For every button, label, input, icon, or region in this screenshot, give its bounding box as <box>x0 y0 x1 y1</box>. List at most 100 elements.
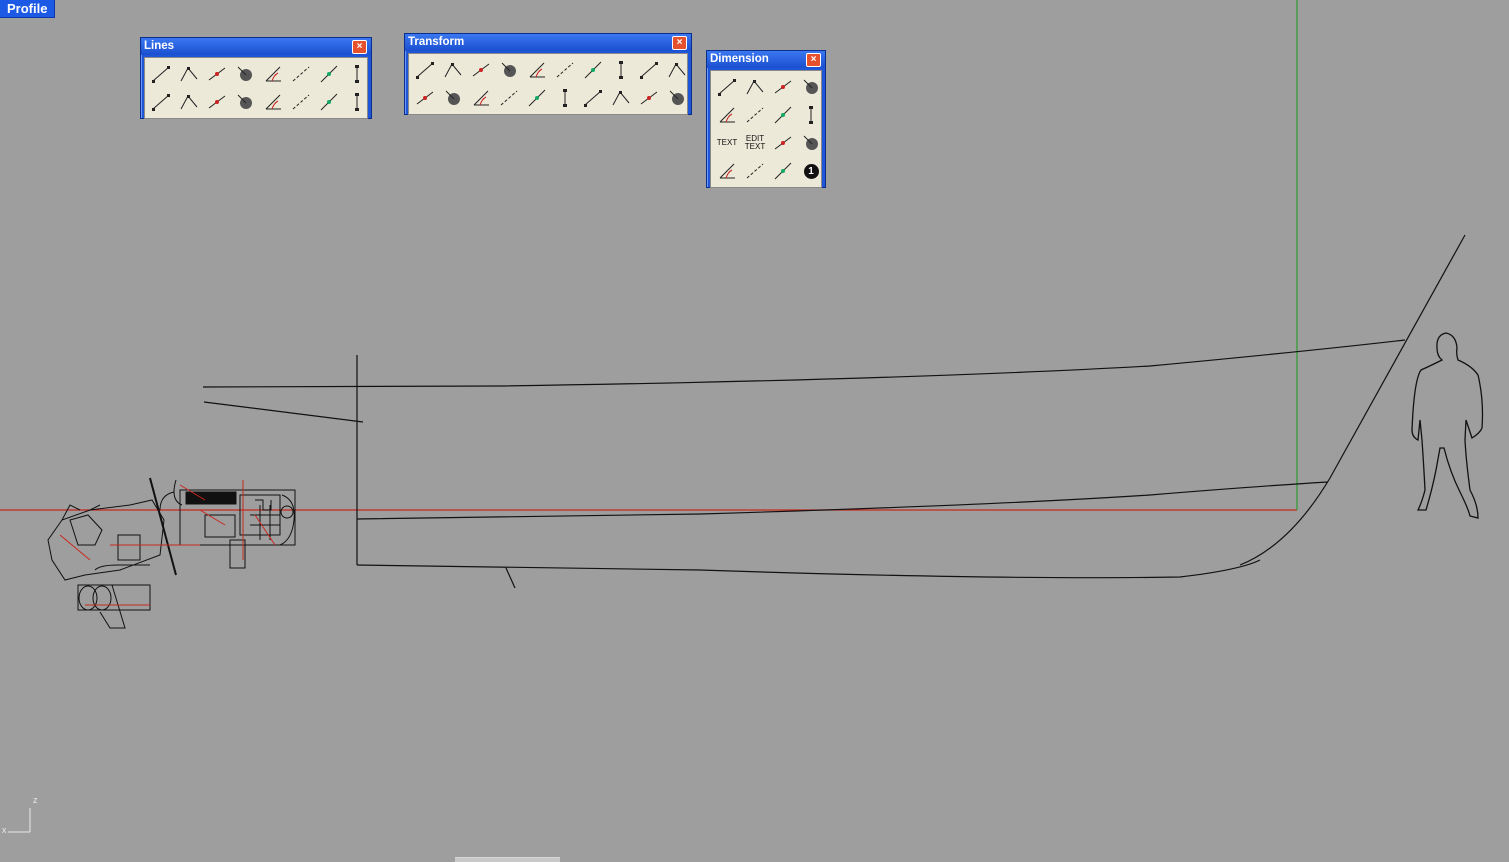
transform-tool-orient-button[interactable] <box>551 56 579 84</box>
transform-tool-bend-button[interactable] <box>663 56 691 84</box>
radius-dimension-icon <box>719 107 735 123</box>
leader-icon <box>774 136 792 150</box>
lines-tool-line-chevron-button[interactable] <box>315 88 343 116</box>
viewport-title-tab[interactable]: Profile <box>0 0 56 18</box>
dimension-tool-pencil-button[interactable] <box>769 157 797 185</box>
lines-tool-line-perpendicular-button[interactable] <box>287 60 315 88</box>
dimension-tool-edit-text-button[interactable]: EDIT TEXT <box>741 129 769 157</box>
dimension-toolbar-title: Dimension <box>710 53 769 65</box>
dimension-tool-hatch-button[interactable] <box>741 157 769 185</box>
dimension-tool-leader-arrow-button[interactable] <box>713 157 741 185</box>
transform-tool-set-points-button[interactable] <box>635 56 663 84</box>
lines-toolbar-close-button[interactable]: × <box>352 40 367 54</box>
lines-tool-polyline-button[interactable] <box>175 60 203 88</box>
dimension-tool-aligned-dimension-button[interactable] <box>741 73 769 101</box>
transform-toolbar[interactable]: Transform × <box>404 33 692 115</box>
array-curve-icon <box>500 90 518 106</box>
lines-toolbar-titlebar[interactable]: Lines × <box>141 38 371 55</box>
lines-toolbar[interactable]: Lines × <box>140 37 372 119</box>
lines-tool-line-tangent-button[interactable] <box>315 60 343 88</box>
ordinate-dimension-icon <box>746 107 764 123</box>
lines-tool-line-from-midpoint-button[interactable] <box>203 60 231 88</box>
lines-tool-line-fit-points-button[interactable] <box>343 88 371 116</box>
dimension-tool-numbered-balloon-button[interactable]: 1 <box>797 157 825 185</box>
line-dotted-icon <box>237 94 252 109</box>
transform-tool-polar-array-button[interactable] <box>439 84 467 112</box>
transform-tool-flow-button[interactable] <box>551 84 579 112</box>
transform-toolbar-close-button[interactable]: × <box>672 36 687 50</box>
hatch-icon <box>746 163 764 179</box>
transform-tool-align-button[interactable] <box>467 84 495 112</box>
leader-arrow-icon <box>719 163 735 179</box>
line-corner-icon <box>292 94 310 110</box>
taper-icon <box>584 90 602 107</box>
dimension-tool-diameter-button[interactable] <box>797 101 825 129</box>
z-axis-label: z <box>33 795 38 805</box>
polyline-icon <box>180 67 198 82</box>
transform-tool-project-button[interactable] <box>579 56 607 84</box>
lines-tool-line-angled-button[interactable] <box>259 60 287 88</box>
dimension-toolbar[interactable]: Dimension × TEXT EDIT TEXT 1 <box>706 50 826 188</box>
transform-tool-smash-button[interactable] <box>635 84 663 112</box>
sheer-line <box>202 339 1406 388</box>
line-from-midpoint-icon <box>208 67 226 81</box>
dimension-tool-text-button[interactable]: TEXT <box>713 129 741 157</box>
mirror-icon <box>529 62 545 78</box>
lines-tool-line-extend-button[interactable] <box>259 88 287 116</box>
keel-line <box>356 559 1261 579</box>
line-vertical-icon <box>355 65 359 83</box>
transform-tool-scale-button[interactable] <box>495 56 523 84</box>
dimension-tool-leader-button[interactable] <box>769 129 797 157</box>
close-icon: × <box>810 54 817 65</box>
diameter-icon <box>809 106 813 124</box>
lines-toolbar-grid <box>144 57 368 119</box>
dimension-tool-dimension-arrow-button[interactable] <box>797 129 825 157</box>
linear-dimension-icon <box>718 79 736 96</box>
lines-tool-line-horizontal-button[interactable] <box>147 88 175 116</box>
lines-tool-line-bisector-button[interactable] <box>203 88 231 116</box>
transform-tool-move-button[interactable] <box>411 56 439 84</box>
deck-offset-line <box>203 401 364 423</box>
transform-tool-mirror-button[interactable] <box>523 56 551 84</box>
line-perpendicular-icon <box>292 66 310 82</box>
transform-tool-copy-button[interactable] <box>439 56 467 84</box>
dimension-toolbar-titlebar[interactable]: Dimension × <box>707 51 825 68</box>
transform-tool-wave-button[interactable] <box>663 84 691 112</box>
dimension-tool-radius-dimension-button[interactable] <box>713 101 741 129</box>
dimension-arrow-icon <box>803 135 818 150</box>
dimension-toolbar-close-button[interactable]: × <box>806 53 821 67</box>
transform-tool-shear-button[interactable] <box>607 84 635 112</box>
dimension-tool-linear-dimension-button[interactable] <box>713 73 741 101</box>
dimension-tool-angle-dimension-button[interactable] <box>797 73 825 101</box>
transform-tool-taper-button[interactable] <box>579 84 607 112</box>
transform-tool-stretch-button[interactable] <box>523 84 551 112</box>
edit-text-icon: EDIT TEXT <box>744 134 766 151</box>
lines-tool-line-button[interactable] <box>147 60 175 88</box>
dimension-tool-rotated-dimension-button[interactable] <box>769 73 797 101</box>
line-chevron-icon <box>320 93 338 111</box>
numbered-balloon-icon: 1 <box>803 163 819 179</box>
transform-toolbar-title: Transform <box>408 36 465 48</box>
array-icon <box>416 91 434 105</box>
dimension-tool-radial-r-button[interactable] <box>769 101 797 129</box>
orient-icon <box>556 62 574 78</box>
line-tangent-icon <box>320 65 338 83</box>
angle-dimension-icon <box>803 79 818 94</box>
transform-tool-rotate-button[interactable] <box>467 56 495 84</box>
dimension-tool-ordinate-dimension-button[interactable] <box>741 101 769 129</box>
close-icon: × <box>356 41 363 52</box>
wave-icon <box>669 90 684 105</box>
transform-tool-array-curve-button[interactable] <box>495 84 523 112</box>
transform-tool-twist-button[interactable] <box>607 56 635 84</box>
lines-tool-line-short-button[interactable] <box>175 88 203 116</box>
line-angled-icon <box>265 66 281 82</box>
lines-tool-line-vertical-button[interactable] <box>343 60 371 88</box>
transform-tool-array-button[interactable] <box>411 84 439 112</box>
lines-tool-line-normal-to-surface-button[interactable] <box>231 60 259 88</box>
lines-tool-line-corner-button[interactable] <box>287 88 315 116</box>
transform-toolbar-titlebar[interactable]: Transform × <box>405 34 691 51</box>
bend-icon <box>668 63 686 78</box>
lines-tool-line-dotted-button[interactable] <box>231 88 259 116</box>
chine-line <box>356 481 1329 520</box>
shear-icon <box>612 91 630 106</box>
